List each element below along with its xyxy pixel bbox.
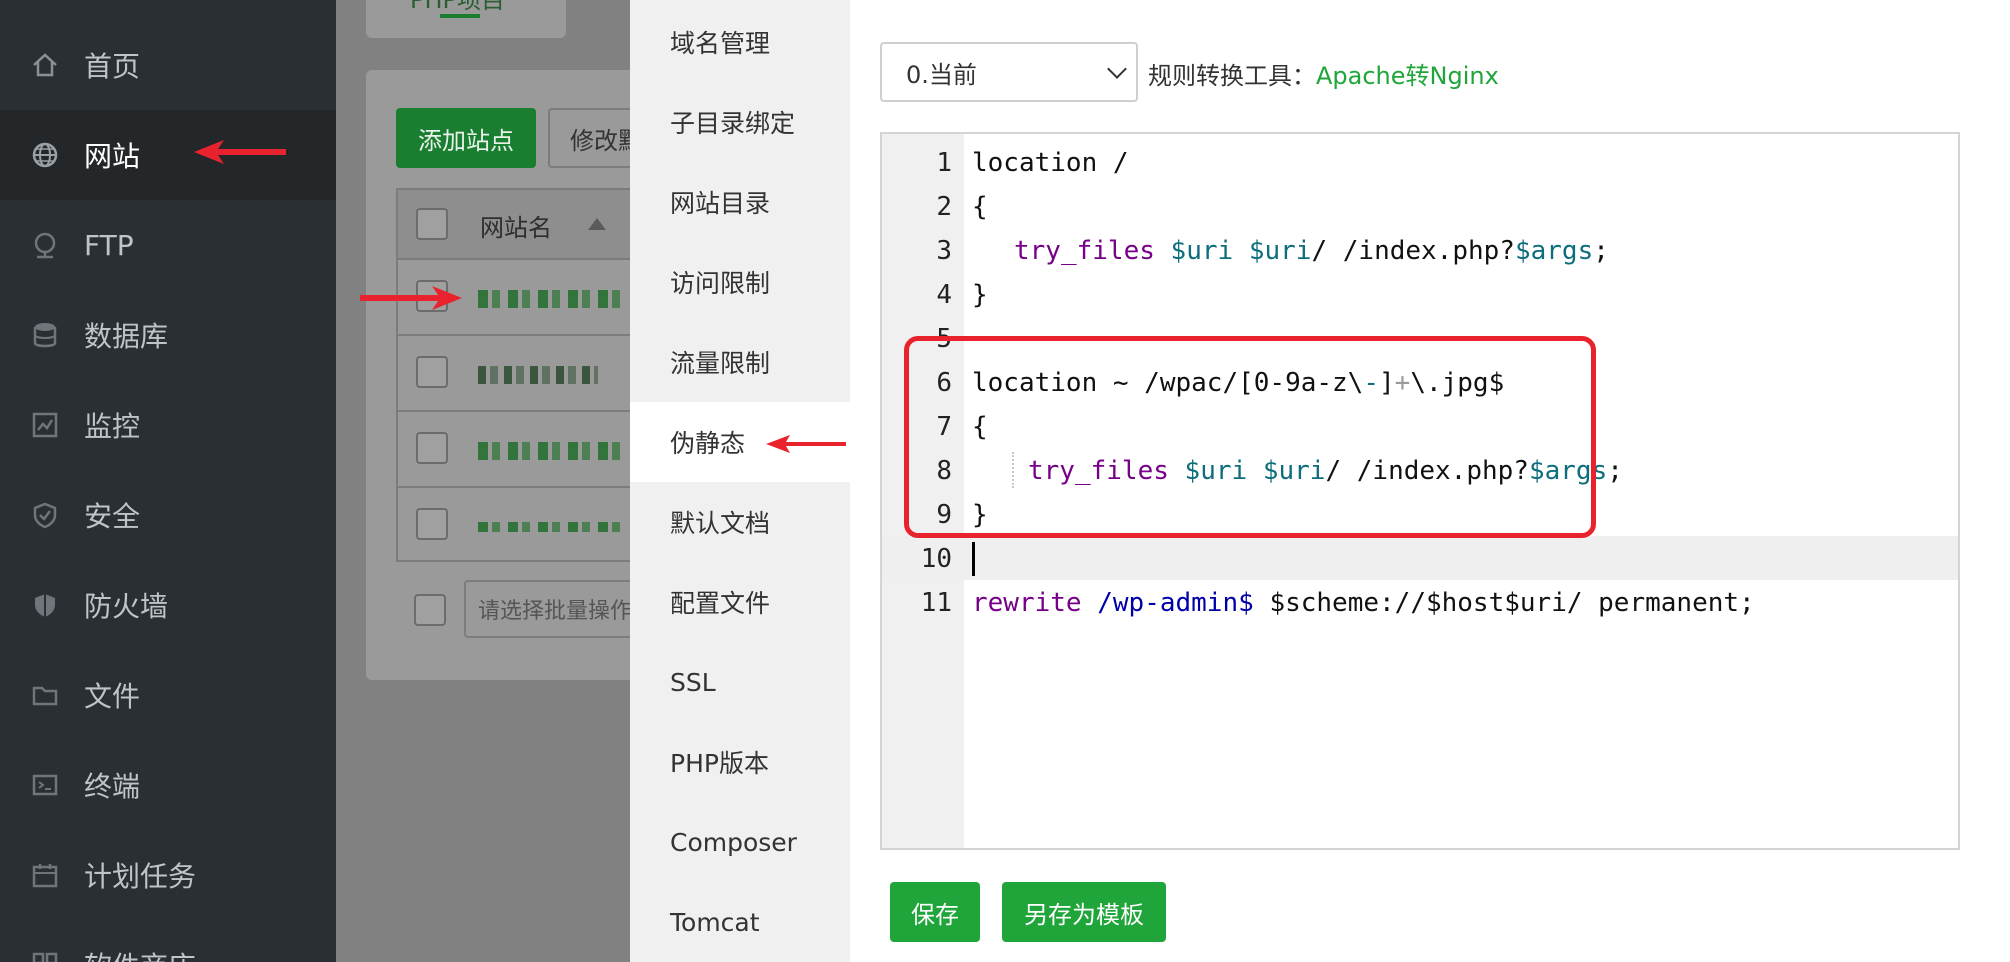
table-row[interactable]: [398, 412, 630, 488]
sort-asc-icon[interactable]: [588, 218, 606, 230]
save-as-template-button[interactable]: 另存为模板: [1002, 882, 1166, 942]
sidebar-item-store[interactable]: 软件商店: [0, 920, 336, 962]
sidebar-item-label: 软件商店: [84, 945, 196, 962]
database-icon: [30, 320, 60, 350]
add-site-button[interactable]: 添加站点: [396, 108, 536, 168]
menu-item-subdir[interactable]: 子目录绑定: [630, 82, 850, 162]
apache-to-nginx-link[interactable]: Apache转Nginx: [1316, 62, 1499, 90]
code-text: location /: [972, 148, 1129, 178]
code-line-current[interactable]: 10: [882, 536, 1958, 580]
sidebar-item-security[interactable]: 安全: [0, 470, 336, 560]
text-cursor: [972, 542, 975, 576]
menu-item-php-version[interactable]: PHP版本: [630, 722, 850, 802]
sidebar-item-label: 监控: [84, 410, 141, 443]
table-row[interactable]: [398, 488, 630, 564]
site-settings-menu: 域名管理 子目录绑定 网站目录 访问限制 流量限制 伪静态 默认文档 配置文件 …: [630, 0, 850, 962]
code-line[interactable]: 1 location /: [882, 140, 1958, 184]
sidebar-item-files[interactable]: 文件: [0, 650, 336, 740]
sidebar-item-database[interactable]: 数据库: [0, 290, 336, 380]
annotation-arrow-icon: [360, 286, 462, 310]
site-table: 网站名: [396, 188, 630, 562]
row-checkbox[interactable]: [416, 432, 448, 464]
menu-item-access-limit[interactable]: 访问限制: [630, 242, 850, 322]
menu-item-ssl[interactable]: SSL: [630, 642, 850, 722]
menu-item-site-dir[interactable]: 网站目录: [630, 162, 850, 242]
code-text: rewrite /wp-admin$ $scheme://$host$uri/ …: [972, 588, 1755, 618]
menu-item-default-doc[interactable]: 默认文档: [630, 482, 850, 562]
line-number: 4: [936, 280, 952, 310]
table-row[interactable]: [398, 336, 630, 412]
globe-icon: [30, 140, 60, 170]
calendar-icon: [30, 860, 60, 890]
line-number: 10: [920, 544, 952, 574]
line-number: 11: [920, 588, 952, 618]
terminal-icon: [30, 770, 60, 800]
code-line[interactable]: 4 }: [882, 272, 1958, 316]
code-text: try_files $uri $uri/ /index.php?$args;: [1014, 236, 1609, 266]
code-text: {: [972, 192, 988, 222]
sidebar-item-label: 首页: [84, 50, 141, 83]
rule-convert-tool: 规则转换工具：Apache转Nginx: [1148, 56, 1499, 91]
blurred-site-name: [478, 366, 598, 384]
tab-php-project[interactable]: PHP项目: [366, 0, 566, 38]
home-icon: [30, 50, 60, 80]
sidebar-item-monitor[interactable]: 监控: [0, 380, 336, 470]
modify-default-page-button[interactable]: 修改默认页: [548, 108, 630, 168]
blurred-site-name: [478, 290, 628, 308]
select-all-checkbox[interactable]: [416, 208, 448, 240]
code-line[interactable]: 11 rewrite /wp-admin$ $scheme://$host$ur…: [882, 580, 1958, 624]
version-select-value: 0.当前: [906, 60, 977, 89]
sidebar-item-label: 网站: [84, 140, 141, 173]
column-site-name[interactable]: 网站名: [480, 208, 552, 243]
batch-checkbox[interactable]: [414, 594, 446, 626]
annotation-arrow-icon: [766, 435, 846, 453]
site-list-overlay: PHP项目 添加站点 修改默认页 网站名 请选择批量操作: [336, 0, 630, 962]
sidebar-item-firewall[interactable]: 防火墙: [0, 560, 336, 650]
line-number: 3: [936, 236, 952, 266]
save-button[interactable]: 保存: [890, 882, 980, 942]
store-icon: [30, 950, 60, 962]
sidebar-item-cron[interactable]: 计划任务: [0, 830, 336, 920]
code-line[interactable]: 2 {: [882, 184, 1958, 228]
monitor-icon: [30, 410, 60, 440]
line-number: 2: [936, 192, 952, 222]
sidebar-item-label: 数据库: [84, 320, 169, 353]
tab-underline: [440, 14, 480, 18]
chevron-down-icon: [1107, 59, 1127, 79]
sidebar-item-home[interactable]: 首页: [0, 20, 336, 110]
folder-icon: [30, 680, 60, 710]
menu-item-config-file[interactable]: 配置文件: [630, 562, 850, 642]
line-number: 1: [936, 148, 952, 178]
code-text: }: [972, 280, 988, 310]
sidebar-item-label: 计划任务: [84, 860, 197, 893]
table-header: 网站名: [398, 190, 630, 260]
firewall-icon: [30, 590, 60, 620]
rule-convert-label: 规则转换工具：: [1148, 62, 1316, 90]
sidebar-item-terminal[interactable]: 终端: [0, 740, 336, 830]
annotation-arrow-icon: [194, 140, 286, 164]
code-line[interactable]: 3 try_files $uri $uri/ /index.php?$args;: [882, 228, 1958, 272]
sidebar-item-label: 安全: [84, 500, 141, 533]
blurred-site-name: [478, 522, 628, 532]
row-checkbox[interactable]: [416, 508, 448, 540]
menu-item-traffic-limit[interactable]: 流量限制: [630, 322, 850, 402]
sidebar-item-label: 终端: [84, 770, 141, 803]
menu-item-tomcat[interactable]: Tomcat: [630, 882, 850, 962]
sidebar-item-label: 文件: [84, 680, 141, 713]
ftp-icon: [30, 230, 60, 260]
row-checkbox[interactable]: [416, 356, 448, 388]
batch-operation-select[interactable]: 请选择批量操作: [464, 580, 630, 638]
menu-item-domain[interactable]: 域名管理: [630, 2, 850, 82]
blurred-site-name: [478, 442, 628, 460]
sidebar-item-label: 防火墙: [84, 590, 169, 623]
annotation-highlight-box: [904, 336, 1596, 538]
version-select[interactable]: 0.当前: [880, 42, 1138, 102]
shield-icon: [30, 500, 60, 530]
sidebar-item-ftp[interactable]: FTP: [0, 200, 336, 290]
sidebar-item-label: FTP: [84, 228, 134, 262]
menu-item-composer[interactable]: Composer: [630, 802, 850, 882]
